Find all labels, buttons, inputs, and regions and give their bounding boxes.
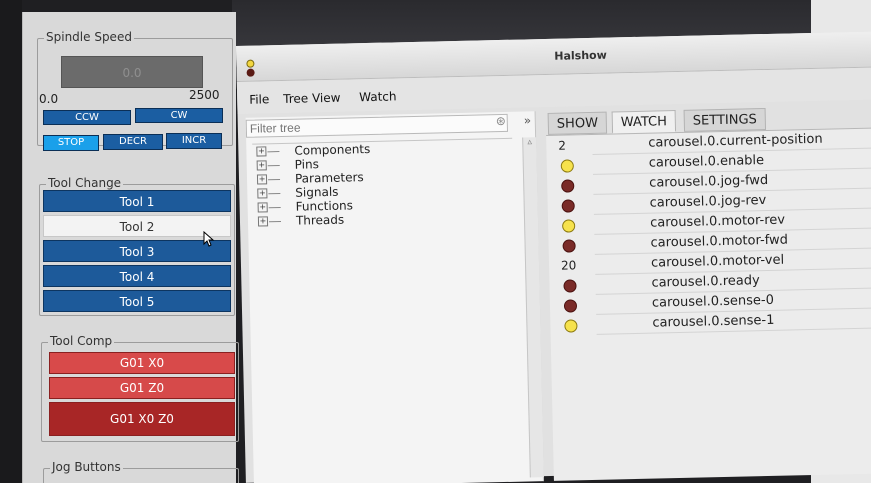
tree-node-label: Signals (295, 184, 339, 200)
tool-1-button[interactable]: Tool 1 (43, 190, 231, 212)
filter-tree-input[interactable] (245, 113, 509, 138)
watch-pin-name: carousel.0.enable (648, 153, 765, 171)
expand-icon[interactable]: + (256, 146, 267, 157)
tree-node-label: Functions (295, 198, 354, 214)
g01-x0-button[interactable]: G01 X0 (49, 352, 235, 374)
scroll-up-icon[interactable]: ▵ (523, 137, 536, 147)
filter-options-icon[interactable]: ⊛ (496, 114, 506, 128)
cw-button[interactable]: CW (135, 108, 223, 123)
expand-icon[interactable]: + (256, 174, 268, 185)
mouse-cursor-icon (203, 231, 215, 247)
expand-icon[interactable]: + (256, 160, 267, 171)
watch-pin-name: carousel.0.motor-vel (650, 252, 785, 271)
led-off-icon (561, 199, 575, 213)
watch-pin-name: carousel.0.jog-fwd (649, 172, 769, 191)
menu-tree-view[interactable]: Tree View (283, 91, 341, 106)
watch-pin-name: carousel.0.current-position (648, 131, 823, 151)
pyvcp-panel: Spindle Speed 0.0 0.0 2500 CCW CW STOP D… (22, 12, 239, 483)
expand-icon[interactable]: + (257, 216, 269, 227)
decr-button[interactable]: DECR (103, 134, 163, 150)
tool-4-button[interactable]: Tool 4 (43, 265, 231, 287)
tree-pane: ⊛ » +Components +Pins +Parameters +Signa… (245, 111, 544, 483)
watch-pin-name: carousel.0.motor-rev (649, 212, 786, 231)
led-off-icon (563, 299, 578, 313)
led-off-icon (561, 179, 575, 193)
jog-buttons-title: Jog Buttons (50, 460, 123, 474)
led-on-icon (560, 159, 574, 173)
watch-pin-name: carousel.0.motor-fwd (650, 232, 789, 251)
screen-left-edge (0, 0, 22, 483)
watch-pin-name: carousel.0.sense-0 (651, 292, 775, 311)
watch-pin-name: carousel.0.sense-1 (652, 312, 775, 331)
led-on-icon (562, 219, 576, 233)
incr-button[interactable]: INCR (166, 133, 222, 149)
menu-watch[interactable]: Watch (359, 89, 397, 104)
spindle-range-max: 2500 (189, 88, 220, 102)
watch-pin-name: carousel.0.jog-rev (649, 193, 767, 211)
menu-file[interactable]: File (249, 92, 269, 106)
tree-list: + Components + Pins + Parameters + Signals +… (252, 137, 520, 483)
tool-change-title: Tool Change (46, 176, 124, 190)
expand-icon[interactable]: + (257, 188, 268, 199)
watch-list: 2 carousel.0.current-position carousel.0.e… (546, 127, 871, 481)
watch-pin-name: carousel.0.ready (651, 273, 760, 291)
window-title: Halshow (554, 48, 607, 63)
led-on-icon (564, 319, 578, 333)
stop-button[interactable]: STOP (43, 135, 99, 151)
tab-watch[interactable]: WATCH (611, 110, 677, 134)
tool-5-button[interactable]: Tool 5 (43, 290, 231, 312)
tree-node-label: Threads (295, 212, 345, 228)
jog-buttons-frame: Jog Buttons (43, 460, 239, 483)
led-off-icon (562, 239, 576, 253)
g01-x0-z0-button[interactable]: G01 X0 Z0 (49, 402, 235, 436)
collapse-pane-icon[interactable]: » (524, 113, 532, 127)
tool-comp-title: Tool Comp (48, 334, 115, 348)
watch-value: 20 (560, 258, 577, 273)
led-off-icon (563, 279, 577, 293)
spindle-range-min: 0.0 (39, 92, 59, 106)
ccw-button[interactable]: CCW (43, 110, 131, 125)
spindle-speed-display: 0.0 (61, 56, 203, 88)
halshow-app-icon (246, 59, 255, 78)
tree-node-label: Pins (294, 157, 320, 172)
expand-icon[interactable]: + (257, 202, 268, 213)
screen: Spindle Speed 0.0 0.0 2500 CCW CW STOP D… (0, 0, 871, 483)
g01-z0-button[interactable]: G01 Z0 (49, 377, 235, 399)
watch-value: 2 (558, 138, 567, 153)
tab-show[interactable]: SHOW (547, 111, 608, 135)
spindle-speed-title: Spindle Speed (44, 30, 134, 44)
tab-settings[interactable]: SETTINGS (683, 108, 767, 132)
tree-scrollbar[interactable]: ▵ (522, 137, 544, 478)
halshow-window: Halshow File Tree View Watch ⊛ » +Compon… (236, 31, 871, 483)
